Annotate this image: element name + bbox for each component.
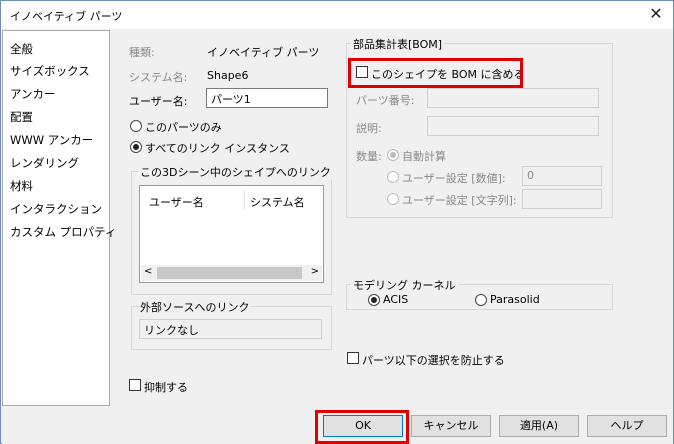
radio-acis[interactable] xyxy=(368,294,380,306)
links-group-title: この3Dシーン中のシェイプへのリンク xyxy=(138,164,333,180)
user-string-input xyxy=(522,189,602,209)
cancel-button[interactable]: キャンセル xyxy=(411,415,491,437)
sidebar-item-interaction[interactable]: インタラクション xyxy=(10,201,102,217)
dialog-window: イノベイティブ パーツ ✕ 全般 サイズボックス アンカー 配置 WWW アンカ… xyxy=(0,0,674,444)
external-links-group: 外部ソースへのリンク リンクなし xyxy=(131,299,332,350)
radio-this-part[interactable] xyxy=(130,120,142,132)
bom-group-title: 部品集計表[BOM] xyxy=(351,36,445,52)
scroll-left-icon[interactable]: < xyxy=(144,266,152,277)
title-bar: イノベイティブ パーツ ✕ xyxy=(1,1,673,29)
user-numeric-label: ユーザー設定 [数値]: xyxy=(402,172,506,185)
user-numeric-input: 0 xyxy=(522,166,602,186)
column-divider xyxy=(244,190,245,210)
sidebar-item-rendering[interactable]: レンダリング xyxy=(10,155,79,171)
prevent-select-checkbox[interactable] xyxy=(347,352,359,364)
radio-all-links-label: すべてのリンク インスタンス xyxy=(145,142,290,155)
part-number-input xyxy=(427,88,599,108)
links-list[interactable]: ユーザー名 システム名 < > xyxy=(139,185,324,283)
help-button[interactable]: ヘルプ xyxy=(587,415,667,437)
radio-this-part-label: このパーツのみ xyxy=(145,121,222,134)
column-system-name[interactable]: システム名 xyxy=(250,194,305,210)
scroll-right-icon[interactable]: > xyxy=(311,266,319,277)
user-string-label: ユーザー設定 [文字列]: xyxy=(402,194,517,207)
ok-highlight xyxy=(315,410,409,444)
sidebar-item-general[interactable]: 全般 xyxy=(10,41,33,57)
description-label: 説明: xyxy=(356,122,382,135)
external-link-field: リンクなし xyxy=(139,319,322,339)
suppress-label: 抑制する xyxy=(144,381,188,394)
sidebar-item-placement[interactable]: 配置 xyxy=(10,109,33,125)
apply-button[interactable]: 適用(A) xyxy=(499,415,579,437)
system-name-value: Shape6 xyxy=(207,69,249,82)
quantity-label: 数量: xyxy=(356,150,382,163)
radio-user-numeric xyxy=(387,171,399,183)
links-group: この3Dシーン中のシェイプへのリンク ユーザー名 システム名 < > xyxy=(131,164,333,295)
part-number-label: パーツ番号: xyxy=(356,94,415,107)
include-bom-highlight xyxy=(348,58,523,88)
radio-parasolid[interactable] xyxy=(475,294,487,306)
radio-all-links[interactable] xyxy=(130,141,142,153)
type-value: イノベイティブ パーツ xyxy=(207,46,320,59)
sidebar-item-anchor[interactable]: アンカー xyxy=(10,86,56,102)
scrollbar-thumb[interactable] xyxy=(157,267,302,279)
external-group-title: 外部ソースへのリンク xyxy=(138,299,252,315)
parasolid-label: Parasolid xyxy=(490,293,540,306)
suppress-checkbox[interactable] xyxy=(129,379,141,391)
user-name-label: ユーザー名: xyxy=(129,95,188,108)
radio-auto-calc xyxy=(387,149,399,161)
sidebar-item-sizebox[interactable]: サイズボックス xyxy=(10,63,90,79)
user-name-input[interactable]: パーツ1 xyxy=(206,88,328,108)
type-label: 種類: xyxy=(129,46,155,59)
column-user-name[interactable]: ユーザー名 xyxy=(149,194,204,210)
sidebar-item-material[interactable]: 材料 xyxy=(10,178,33,194)
sidebar-item-www-anchor[interactable]: WWW アンカー xyxy=(10,132,93,148)
close-icon[interactable]: ✕ xyxy=(645,4,667,24)
horizontal-scrollbar[interactable]: < > xyxy=(141,265,322,281)
auto-calc-label: 自動計算 xyxy=(402,150,446,163)
system-name-label: システム名: xyxy=(129,71,188,84)
kernel-group-title: モデリング カーネル xyxy=(351,277,458,293)
prevent-select-label: パーツ以下の選択を防止する xyxy=(362,354,505,367)
window-title: イノベイティブ パーツ xyxy=(10,10,123,23)
radio-user-string xyxy=(387,193,399,205)
acis-label: ACIS xyxy=(383,293,409,306)
description-input xyxy=(427,116,599,136)
sidebar: 全般 サイズボックス アンカー 配置 WWW アンカー レンダリング 材料 イン… xyxy=(2,30,116,406)
sidebar-item-custom-properties[interactable]: カスタム プロパティ xyxy=(10,224,116,240)
